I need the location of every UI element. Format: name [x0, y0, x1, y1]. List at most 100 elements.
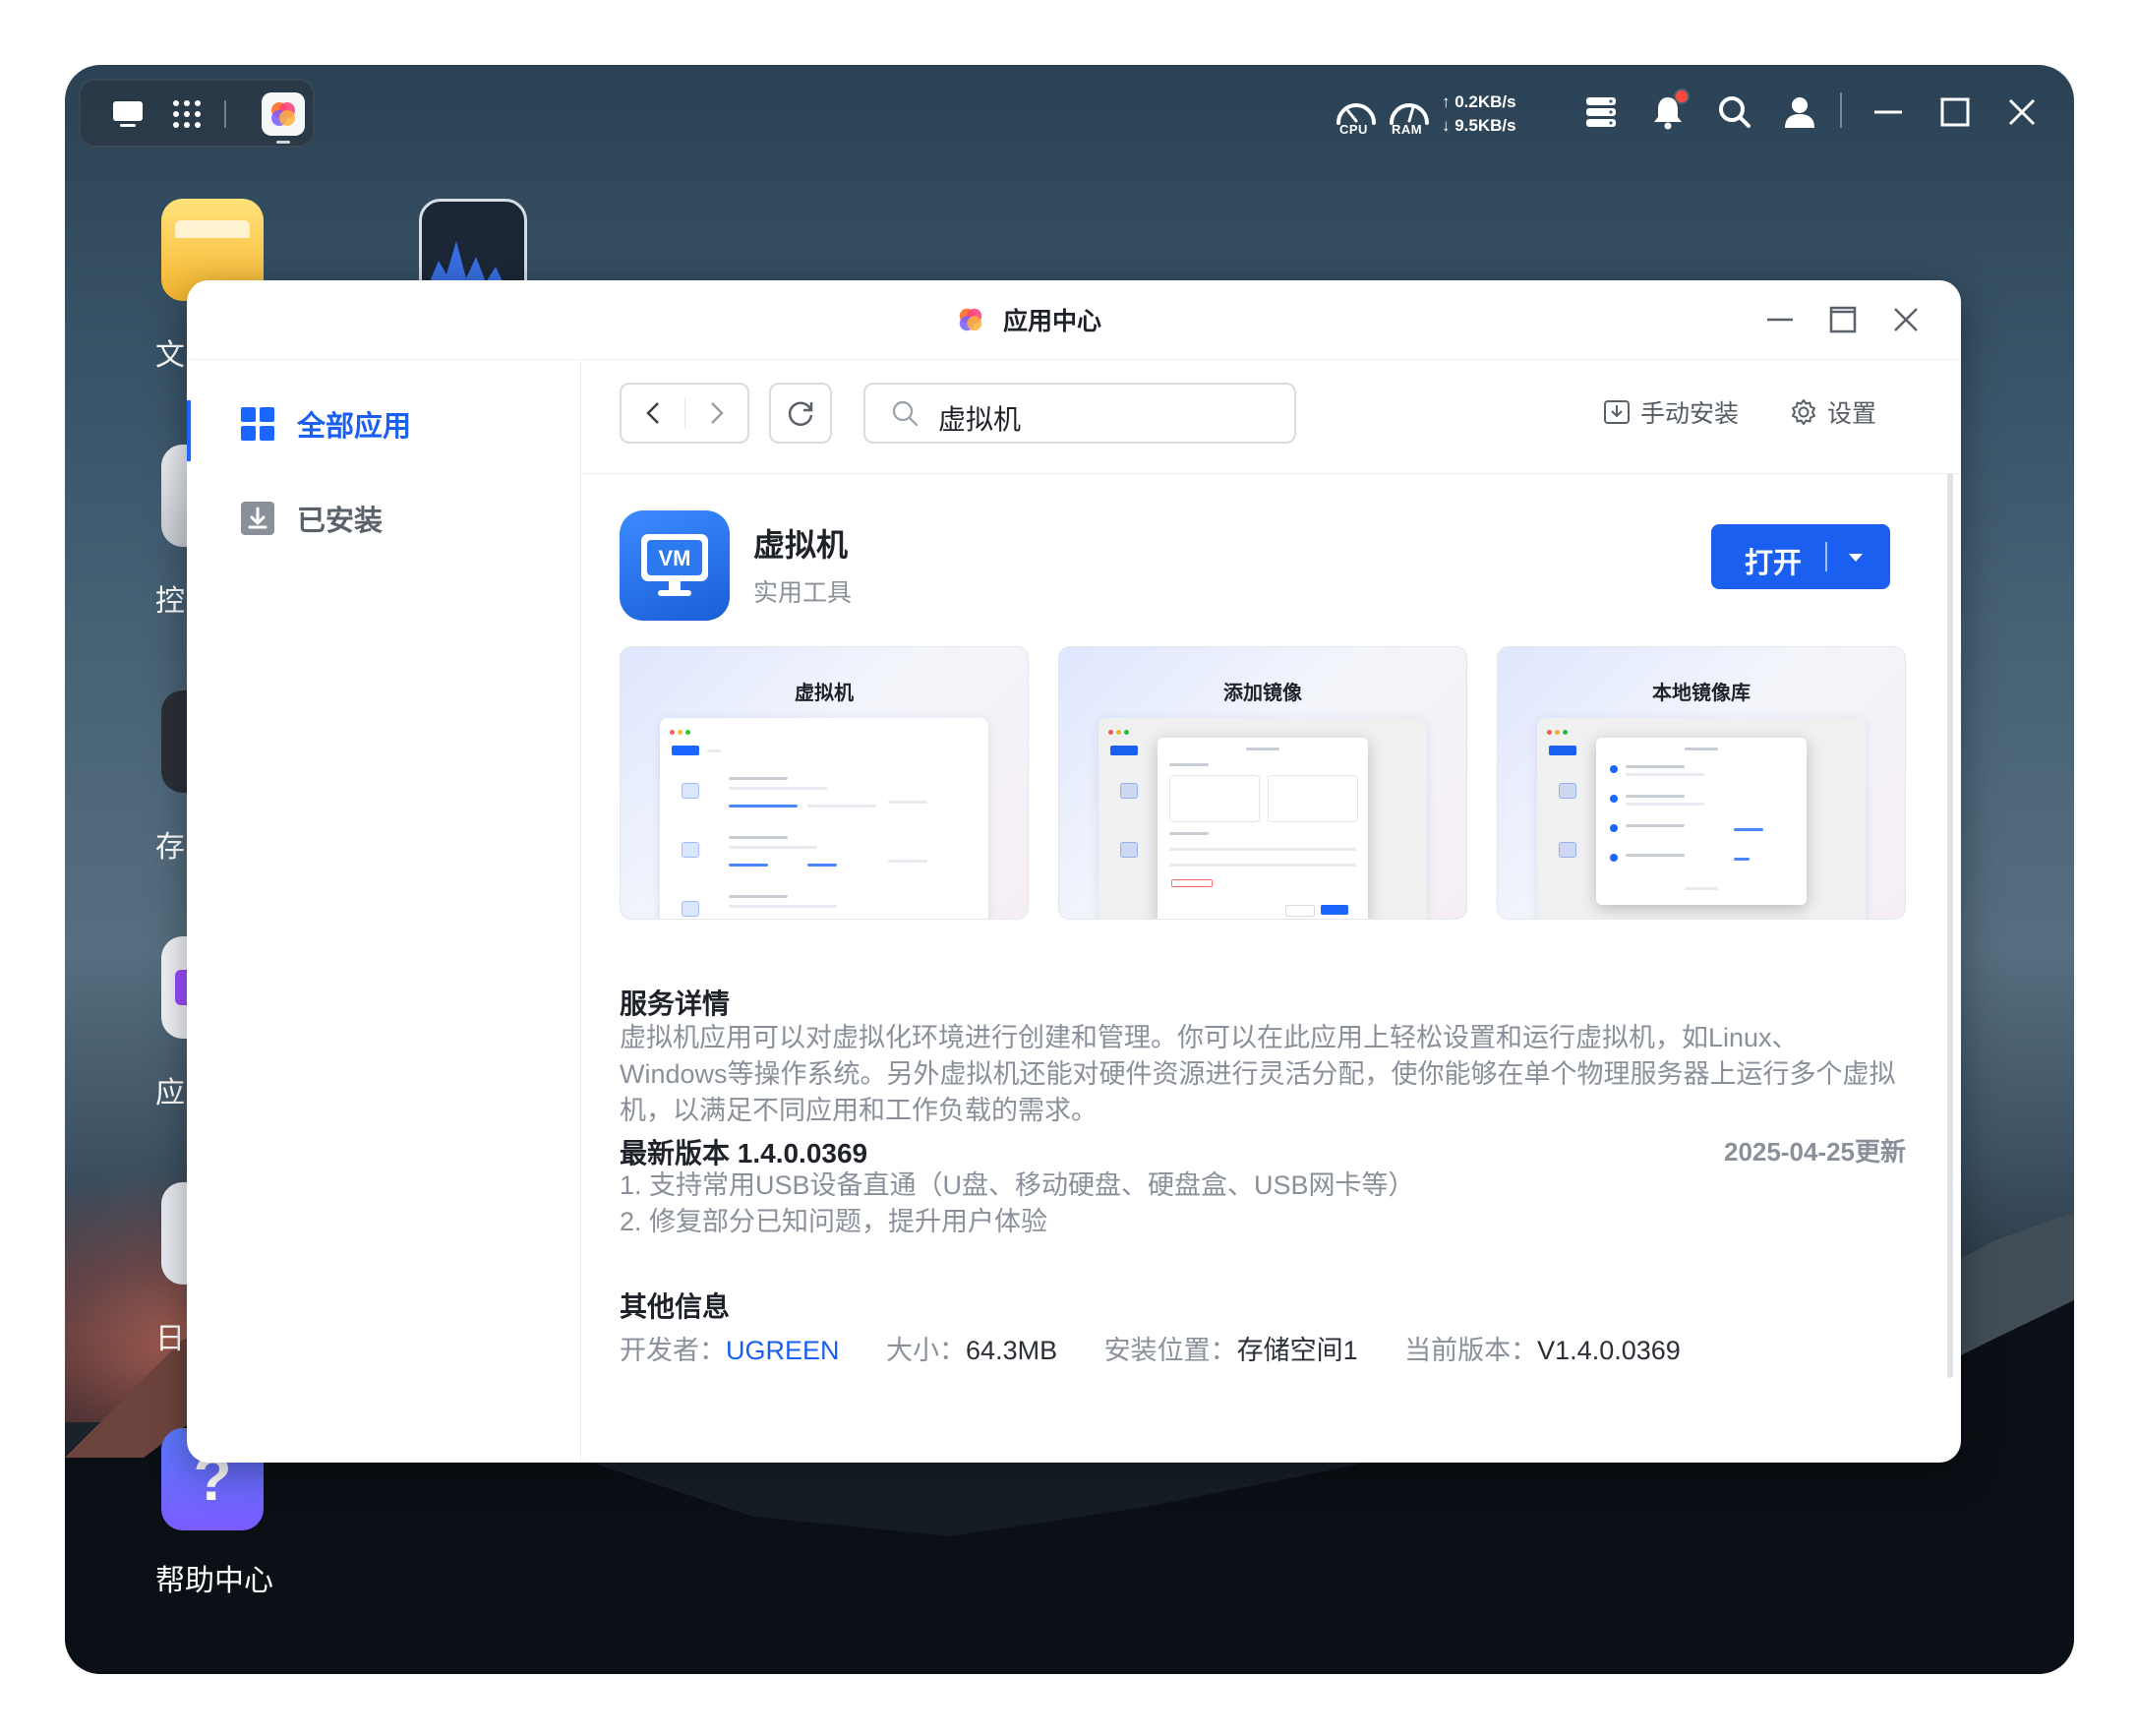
maximize-icon	[1940, 97, 1970, 127]
desktop-maximize-button[interactable]	[1933, 90, 1977, 134]
desktop-close-button[interactable]	[2000, 90, 2044, 134]
location-label: 安装位置：	[1103, 1336, 1237, 1365]
window-titlebar[interactable]: 应用中心	[187, 280, 1961, 360]
maximize-icon	[1829, 306, 1857, 333]
manual-install-label: 手动安装	[1640, 400, 1740, 428]
current-version-label: 当前版本：	[1404, 1336, 1538, 1365]
taskbar-dock	[79, 79, 315, 148]
app-center-icon	[271, 102, 295, 126]
sidebar-item-all-apps[interactable]: 全部应用	[187, 389, 580, 461]
server-stack-icon	[1586, 97, 1616, 127]
vm-icon-text: VM	[659, 546, 691, 570]
screenshot-thumbnail[interactable]: 添加镜像	[1058, 646, 1467, 920]
refresh-icon	[788, 401, 813, 426]
cpu-label: CPU	[1339, 122, 1368, 137]
sidebar-item-label: 已安装	[297, 506, 384, 537]
settings-label: 设置	[1827, 400, 1877, 428]
button-separator	[1825, 542, 1827, 571]
screenshot-preview	[660, 718, 988, 919]
sidebar: 全部应用 已安装	[187, 359, 581, 1463]
size-label: 大小：	[886, 1336, 967, 1365]
window-title: 应用中心	[1003, 308, 1102, 335]
open-button[interactable]: 打开	[1711, 524, 1890, 589]
chevron-left-icon	[646, 402, 659, 424]
desktop-icon-label: 控	[155, 585, 185, 618]
user-icon	[1785, 97, 1814, 128]
gear-icon	[1792, 399, 1815, 425]
sidebar-item-label: 全部应用	[297, 411, 412, 443]
size-value: 64.3MB	[966, 1336, 1058, 1365]
screenshot-thumbnail[interactable]: 虚拟机	[620, 646, 1029, 920]
app-center-icon	[959, 308, 982, 331]
screenshot-title: 本地镜像库	[1652, 683, 1751, 704]
search-value: 虚拟机	[938, 404, 1022, 435]
download-speed: ↓ 9.5KB/s	[1442, 116, 1516, 135]
minimize-icon	[1767, 318, 1793, 322]
search-button[interactable]	[1713, 90, 1756, 134]
task-manager-button[interactable]	[1579, 90, 1623, 134]
network-speed: ↑ 0.2KB/s ↓ 9.5KB/s	[1442, 90, 1550, 138]
tray-separator	[1840, 92, 1842, 128]
update-date: 2025-04-25更新	[1724, 1137, 1906, 1167]
toolbar: 虚拟机 手动安装 设置	[580, 359, 1961, 474]
sidebar-item-installed[interactable]: 已安装	[187, 483, 580, 554]
developer-label: 开发者：	[620, 1336, 726, 1365]
app-category: 实用工具	[753, 579, 853, 607]
desktop-minimize-button[interactable]	[1867, 90, 1910, 134]
refresh-button[interactable]	[769, 383, 832, 444]
back-button[interactable]	[622, 385, 684, 442]
window-minimize-button[interactable]	[1762, 302, 1798, 337]
search-icon	[892, 400, 919, 427]
desktop-icon-label: 应	[155, 1077, 185, 1109]
screenshot-title: 添加镜像	[1223, 683, 1302, 704]
settings-button[interactable]: 设置	[1790, 394, 1876, 430]
screenshot-thumbnail[interactable]: 本地镜像库	[1497, 646, 1906, 920]
dock-separator	[224, 100, 226, 128]
show-desktop-button[interactable]	[106, 92, 149, 136]
details-description: 虚拟机应用可以对虚拟化环境进行创建和管理。你可以在此应用上轻松设置和运行虚拟机，…	[620, 1023, 1896, 1125]
desktop-icon-label: 存	[155, 831, 185, 864]
app-center-dock-button[interactable]	[262, 92, 305, 144]
active-indicator	[187, 400, 191, 461]
close-icon	[1894, 308, 1918, 331]
vm-app-icon: VM	[620, 510, 730, 621]
desktop-icon-label: 帮助中心	[155, 1565, 273, 1597]
ram-label: RAM	[1392, 122, 1423, 137]
screenshot-preview	[1098, 718, 1427, 919]
close-icon	[2008, 98, 2036, 126]
grid-dots-icon	[173, 100, 201, 128]
user-menu-button[interactable]	[1778, 90, 1821, 134]
chevron-down-icon[interactable]	[1849, 554, 1863, 562]
search-input[interactable]: 虚拟机	[863, 383, 1296, 444]
desktop-icon-label: 日	[155, 1323, 185, 1355]
other-info-heading: 其他信息	[620, 1291, 731, 1322]
minimize-icon	[1874, 110, 1902, 114]
other-info-row: 开发者：UGREEN 大小：64.3MB 安装位置：存储空间1 当前版本：V1.…	[620, 1329, 1720, 1367]
release-note: 2. 修复部分已知问题，提升用户体验	[620, 1207, 1048, 1236]
upload-speed: ↑ 0.2KB/s	[1442, 92, 1516, 111]
search-icon	[1719, 96, 1751, 128]
install-icon	[1604, 400, 1630, 424]
details-heading: 服务详情	[620, 988, 731, 1019]
window-maximize-button[interactable]	[1825, 302, 1861, 337]
nav-divider	[684, 398, 685, 428]
scrollbar[interactable]	[1947, 473, 1953, 1378]
forward-button[interactable]	[686, 385, 747, 442]
open-button-label: 打开	[1745, 548, 1803, 579]
app-detail-content: VM 虚拟机 实用工具 打开 虚拟机 添加镜像 本地镜像库 服务详情 虚拟机应用…	[580, 473, 1961, 1463]
notification-badge	[1674, 89, 1690, 104]
window-close-button[interactable]	[1888, 302, 1924, 337]
monitor-icon	[113, 101, 143, 127]
app-launcher-button[interactable]	[165, 92, 208, 136]
location-value: 存储空间1	[1236, 1336, 1358, 1365]
developer-link[interactable]: UGREEN	[726, 1336, 840, 1365]
app-center-window: 应用中心 全部应用 已安装 虚拟机 手动安装 设置 VM 虚拟机 实用工具 打开…	[187, 280, 1961, 1463]
manual-install-button[interactable]: 手动安装	[1603, 394, 1739, 430]
nav-buttons	[620, 383, 749, 444]
release-note: 1. 支持常用USB设备直通（U盘、移动硬盘、硬盘盒、USB网卡等）	[620, 1170, 1415, 1200]
current-version-value: V1.4.0.0369	[1537, 1336, 1681, 1365]
vm-monitor-icon: VM	[641, 534, 708, 596]
grid-icon	[241, 407, 274, 441]
screenshot-preview	[1537, 718, 1866, 919]
version-heading: 最新版本 1.4.0.0369	[620, 1138, 868, 1168]
